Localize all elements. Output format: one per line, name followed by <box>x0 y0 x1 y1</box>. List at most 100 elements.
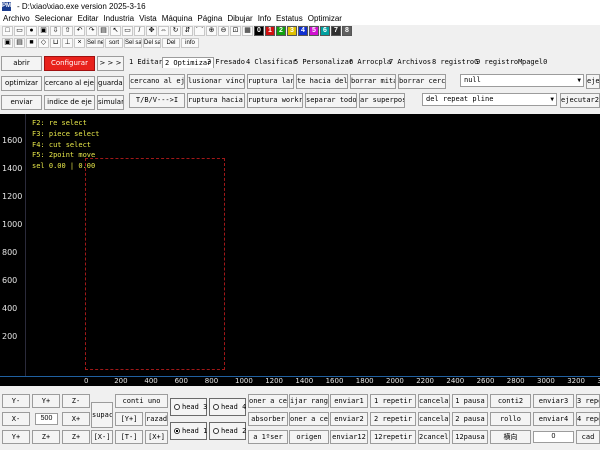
frame-icon[interactable]: ▤ <box>14 38 25 48</box>
save-icon[interactable]: ▣ <box>38 26 49 36</box>
menu-dibujar[interactable]: Dibujar <box>224 13 254 25</box>
layer-0-button[interactable]: 0 <box>254 26 264 36</box>
null-select[interactable]: null ▼ <box>460 74 584 87</box>
record-icon[interactable]: ● <box>26 26 37 36</box>
enviar-button[interactable]: enviar <box>1 95 42 110</box>
opt-superposicion-button[interactable]: ar superposi <box>359 93 405 108</box>
grid-icon[interactable]: ▦ <box>242 26 253 36</box>
export-icon[interactable]: ⇧ <box>62 26 73 36</box>
menu-info[interactable]: Info <box>255 13 273 25</box>
bracket-x-plus-button[interactable]: [X+] <box>145 430 168 444</box>
configurar-button[interactable]: Configurar <box>44 56 95 71</box>
node-icon[interactable]: ◇ <box>38 38 49 48</box>
head-1-radio[interactable]: head 1 <box>170 422 207 440</box>
undo-icon[interactable]: ↶ <box>74 26 85 36</box>
cmd-r2-c1-button[interactable]: origen <box>289 430 329 444</box>
menu-archivo[interactable]: Archivo <box>0 13 32 25</box>
conti-uno-button[interactable]: conti uno <box>115 394 168 408</box>
cmd-r0-c7-button[interactable]: enviar3 <box>533 394 574 408</box>
opt-ruptura-hacia-arriba-button[interactable]: ruptura hacia arr <box>187 93 245 108</box>
polyline-icon[interactable]: ⌒ <box>194 26 205 36</box>
eje-button[interactable]: eje <box>586 74 600 89</box>
tab-registrom[interactable]: 9 registroM <box>476 57 522 68</box>
guardar-button[interactable]: guardar <box>97 76 124 91</box>
abrir-button[interactable]: abrir <box>1 56 42 71</box>
sel-same-button[interactable]: Sel same <box>124 38 142 48</box>
menu-editar[interactable]: Editar <box>75 13 101 25</box>
jog-x-minus-button[interactable]: X- <box>2 412 30 426</box>
opt-fusionar-vinculo-button[interactable]: lusionar vínculo <box>187 74 245 89</box>
jog-z-plus-alt-button[interactable]: Z+ <box>62 430 90 444</box>
cmd-r1-c8-button[interactable]: 4 repe <box>576 412 600 426</box>
del-same-button[interactable]: Del same <box>143 38 161 48</box>
jog-y-minus-button[interactable]: Y- <box>2 394 30 408</box>
tab-editar[interactable]: 1 Editar <box>129 57 163 68</box>
cmd-r2-c0-button[interactable]: a 1ºser <box>248 430 288 444</box>
menu-optimizar[interactable]: Optimizar <box>305 13 344 25</box>
cmd-r0-c8-button[interactable]: 3 repe <box>576 394 600 408</box>
opt-cercano-al-eje-button[interactable]: cercano al eje <box>129 74 185 89</box>
cmd-r1-c1-button[interactable]: oner a cer <box>289 412 329 426</box>
rotate-icon[interactable]: ↻ <box>170 26 181 36</box>
opt-borrar-cerca-button[interactable]: borrar cerca <box>398 74 446 89</box>
menu-maquina[interactable]: Máquina <box>159 13 195 25</box>
opt-tbv-button[interactable]: T/B/V--->I <box>129 93 185 108</box>
tab-fresado[interactable]: 3 Fresado <box>207 57 245 68</box>
split-icon[interactable]: ⊥ <box>62 38 73 48</box>
layer-1-button[interactable]: 1 <box>265 26 275 36</box>
layer-3-button[interactable]: 3 <box>287 26 297 36</box>
value-input[interactable]: 0 <box>533 431 574 443</box>
cmd-r1-c7-button[interactable]: enviar4 <box>533 412 574 426</box>
zoom-fit-icon[interactable]: ⊡ <box>230 26 241 36</box>
redo-icon[interactable]: ↷ <box>86 26 97 36</box>
menu-vista[interactable]: Vista <box>136 13 159 25</box>
cmd-r2-c3-button[interactable]: 12repetir <box>370 430 416 444</box>
tab-personalizar[interactable]: 5 Personalizar <box>294 57 353 68</box>
optimizar-button[interactable]: optimizar <box>1 76 42 91</box>
bracket-y-plus-button[interactable]: [Y+] <box>115 412 143 426</box>
del-repeat-pline-select[interactable]: del repeat pline ▼ <box>422 93 557 106</box>
jog-y-plus-down-button[interactable]: Y+ <box>2 430 30 444</box>
cmd-r0-c4-button[interactable]: cancelar <box>418 394 450 408</box>
cercano-al-eje-button[interactable]: cercano al eje <box>44 76 95 91</box>
tab-arrocpla[interactable]: 6 Arrocpla <box>349 57 391 68</box>
layer-8-button[interactable]: 8 <box>342 26 352 36</box>
sort-button[interactable]: sort <box>105 38 123 48</box>
cmd-r0-c5-button[interactable]: 1 pausa <box>452 394 488 408</box>
cmd-r2-c6-button[interactable]: 横向 <box>490 430 531 444</box>
ejecutar2-button[interactable]: ejecutar2 <box>560 93 600 108</box>
head-3-radio[interactable]: head 3 <box>170 398 207 416</box>
sel-near-button[interactable]: Sel near <box>86 38 104 48</box>
tab-page10[interactable]: pagel0 <box>522 57 547 68</box>
cmd-r1-c6-button[interactable]: rollo <box>490 412 531 426</box>
import-icon[interactable]: ⇩ <box>50 26 61 36</box>
move-icon[interactable]: ✥ <box>146 26 157 36</box>
layer-5-button[interactable]: 5 <box>309 26 319 36</box>
simular-button[interactable]: simular <box>97 95 124 110</box>
del-button[interactable]: Del <box>162 38 180 48</box>
cmd-r2-c8-button[interactable]: cad <box>576 430 600 444</box>
rectangle-icon[interactable]: ▭ <box>122 26 133 36</box>
tab-clasificar[interactable]: 4 Clasificar <box>246 57 297 68</box>
head-4-radio[interactable]: head 4 <box>209 398 246 416</box>
opt-hacia-delante-button[interactable]: te hacia delan <box>296 74 348 89</box>
open-icon[interactable]: ▭ <box>14 26 25 36</box>
layer-6-button[interactable]: 6 <box>320 26 330 36</box>
join-icon[interactable]: ⊔ <box>50 38 61 48</box>
close-icon[interactable]: × <box>74 38 85 48</box>
measure-icon[interactable]: ⇵ <box>182 26 193 36</box>
cmd-r0-c2-button[interactable]: enviar1 <box>330 394 368 408</box>
jog-y-plus-button[interactable]: Y+ <box>32 394 60 408</box>
layer-7-button[interactable]: 7 <box>331 26 341 36</box>
cmd-r0-c3-button[interactable]: 1 repetir <box>370 394 416 408</box>
menu-estatus[interactable]: Estatus <box>273 13 305 25</box>
tab-registrog[interactable]: 8 registroG <box>432 57 478 68</box>
cmd-r0-c6-button[interactable]: conti2 <box>490 394 531 408</box>
cmd-r1-c2-button[interactable]: enviar2 <box>330 412 368 426</box>
cmd-r0-c1-button[interactable]: ijar rango <box>289 394 329 408</box>
fill-icon[interactable]: ■ <box>26 38 37 48</box>
opt-separar-todo-button[interactable]: separar todo <box>305 93 357 108</box>
cmd-r2-c2-button[interactable]: enviar12 <box>330 430 368 444</box>
jog-z-minus-button[interactable]: Z- <box>62 394 90 408</box>
cmd-r0-c0-button[interactable]: oner a cer <box>248 394 288 408</box>
